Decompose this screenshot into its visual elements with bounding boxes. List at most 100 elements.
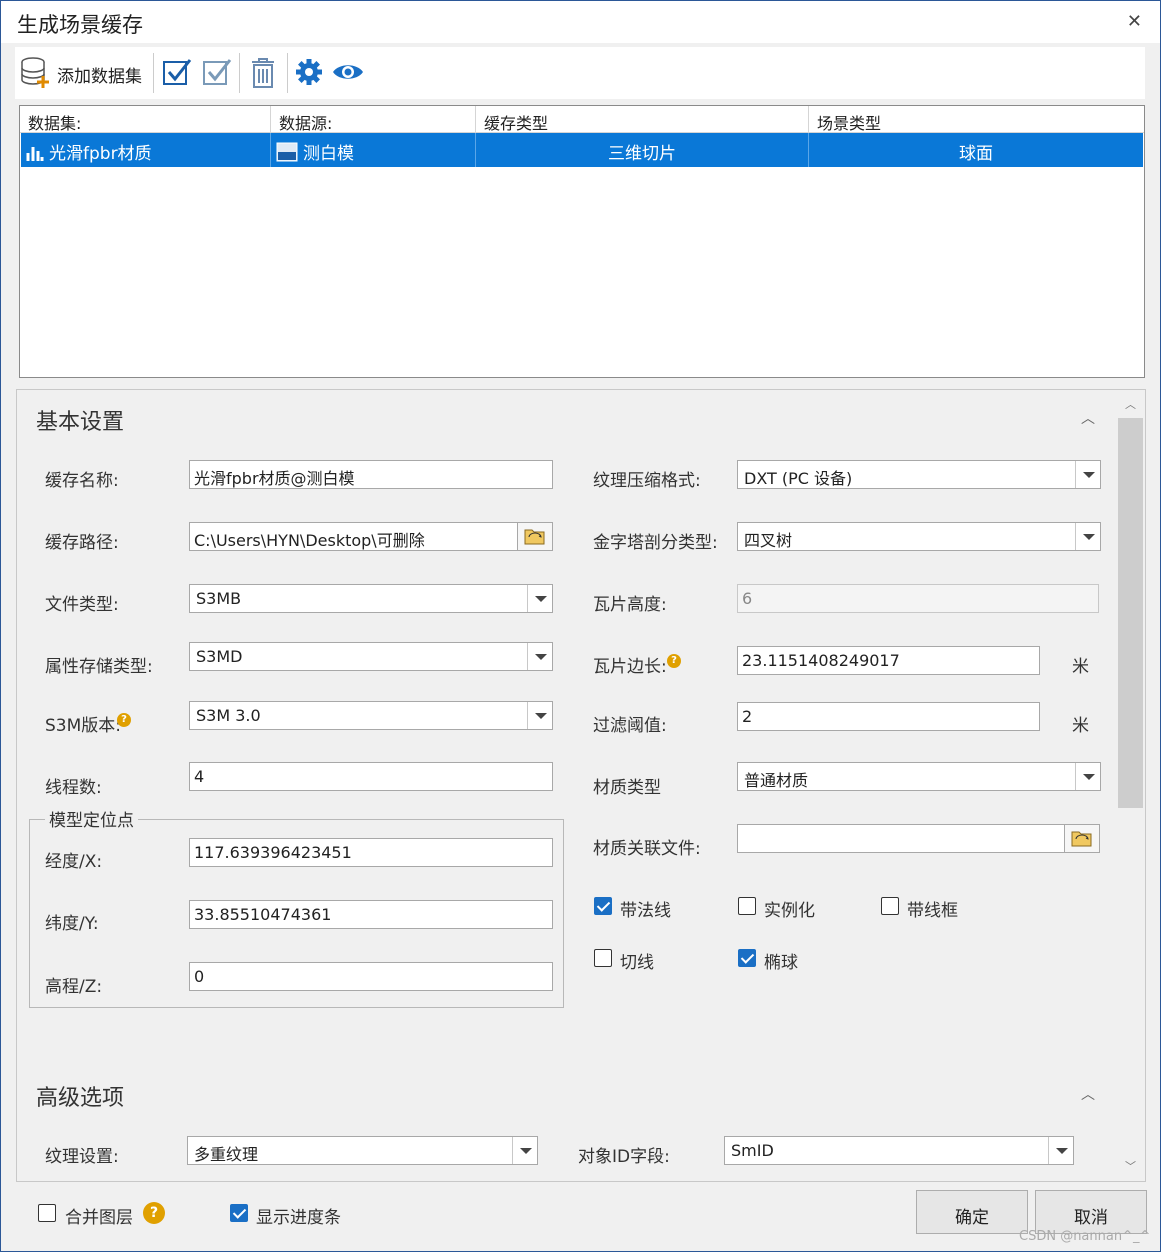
scroll-down-icon[interactable]: ﹀ [1125,1158,1136,1174]
dropdown-arrow-icon[interactable] [527,643,552,670]
scrollbar-thumb[interactable] [1118,418,1143,808]
normal-checkbox[interactable] [594,897,612,915]
delete-icon[interactable] [248,57,278,93]
file-type-label: 文件类型: [45,595,119,615]
scroll-up-icon[interactable]: ︿ [1125,396,1136,412]
longitude-input[interactable]: 117.639396423451 [189,838,553,867]
add-dataset-button[interactable]: 添加数据集 [57,62,142,87]
instance-checkbox[interactable] [738,897,756,915]
help-icon[interactable]: ? [117,713,131,727]
normal-checkbox-label: 带法线 [620,901,671,921]
object-id-select[interactable]: SmID [724,1136,1074,1165]
cell-cache-type[interactable]: 三维切片 [476,133,809,167]
attr-storage-value: S3MD [196,647,243,666]
tile-side-input[interactable]: 23.1151408249017 [737,646,1040,675]
attr-storage-select[interactable]: S3MD [189,642,553,671]
cell-datasource: 测白模 [271,133,476,167]
filter-threshold-input[interactable]: 2 [737,702,1040,731]
browse-folder-button[interactable] [517,522,553,551]
object-id-value: SmID [731,1141,774,1160]
elevation-label: 高程/Z: [45,977,103,997]
dataset-grid: 数据集: 数据源: 缓存类型 场景类型 光滑fpbr材质 测白模 三维切片 球面 [19,105,1145,378]
dropdown-arrow-icon[interactable] [527,585,552,612]
invert-select-icon[interactable] [201,56,233,92]
material-type-value: 普通材质 [744,771,809,790]
select-all-icon[interactable] [161,56,193,92]
settings-gear-icon[interactable] [294,57,324,91]
dataset-name: 光滑fpbr材质 [49,144,152,164]
dropdown-arrow-icon[interactable] [1075,763,1100,790]
help-icon[interactable]: ? [667,654,681,668]
cell-scene-type[interactable]: 球面 [809,133,1143,167]
threads-label: 线程数: [45,778,102,798]
section-title-basic: 基本设置 [36,410,125,435]
tile-side-unit: 米 [1072,657,1089,677]
instance-checkbox-label: 实例化 [764,901,815,921]
tangent-checkbox[interactable] [594,949,612,967]
s3m-version-select[interactable]: S3M 3.0 [189,701,553,730]
column-header-dataset[interactable]: 数据集: [20,106,271,133]
longitude-label: 经度/X: [45,852,103,872]
filter-threshold-unit: 米 [1072,716,1089,736]
dropdown-arrow-icon[interactable] [1075,523,1100,550]
dropdown-arrow-icon[interactable] [512,1137,537,1164]
material-type-label: 材质类型 [593,778,661,798]
latitude-input[interactable]: 33.85510474361 [189,900,553,929]
settings-panel: 基本设置 ︿ 缓存名称: 光滑fpbr材质@测白模 缓存路径: C:\Users… [16,389,1146,1182]
cache-name-input[interactable]: 光滑fpbr材质@测白模 [189,460,553,489]
texture-setting-value: 多重纹理 [194,1145,259,1164]
add-dataset-icon[interactable] [19,56,51,90]
chevron-up-icon[interactable]: ︿ [1081,408,1095,428]
ellipsoid-checkbox[interactable] [738,949,756,967]
material-file-input[interactable] [737,824,1065,853]
texture-format-select[interactable]: DXT (PC 设备) [737,460,1101,489]
texture-setting-label: 纹理设置: [45,1147,119,1167]
browse-material-button[interactable] [1064,824,1100,853]
material-type-select[interactable]: 普通材质 [737,762,1101,791]
dialog-window: 生成场景缓存 ✕ 添加数据集 数据集: 数据源: 缓存类型 场景类型 光滑fpb… [0,0,1161,1252]
toolbar: 添加数据集 [15,47,1145,99]
cancel-button[interactable]: 取消 [1035,1190,1147,1234]
vertical-scrollbar[interactable]: ︿ ﹀ [1116,390,1145,1181]
dropdown-arrow-icon[interactable] [1075,461,1100,488]
merge-layers-label: 合并图层 [65,1208,133,1228]
toolbar-separator [153,53,154,93]
title-bar: 生成场景缓存 ✕ [1,1,1160,43]
attr-storage-label: 属性存储类型: [45,657,153,677]
cell-dataset: 光滑fpbr材质 [21,133,271,167]
folder-icon [524,529,545,545]
chevron-up-icon[interactable]: ︿ [1081,1084,1095,1104]
section-title-advanced: 高级选项 [36,1086,125,1111]
column-header-cache-type[interactable]: 缓存类型 [476,106,809,133]
pyramid-type-value: 四叉树 [744,531,793,550]
wireframe-checkbox[interactable] [881,897,899,915]
cache-name-label: 缓存名称: [45,471,119,491]
anchor-group-title: 模型定位点 [45,806,138,831]
help-icon[interactable]: ? [143,1202,165,1224]
watermark-text: CSDN @nannan^_^ [1019,1229,1151,1244]
object-id-label: 对象ID字段: [578,1147,670,1167]
cache-path-input[interactable]: C:\Users\HYN\Desktop\可删除 [189,522,518,551]
pyramid-type-select[interactable]: 四叉树 [737,522,1101,551]
texture-setting-select[interactable]: 多重纹理 [187,1136,538,1165]
filter-threshold-label: 过滤阈值: [593,716,667,736]
dropdown-arrow-icon[interactable] [1048,1137,1073,1164]
wireframe-checkbox-label: 带线框 [907,901,958,921]
datasource-name: 测白模 [303,144,354,164]
ok-button[interactable]: 确定 [916,1190,1028,1234]
dropdown-arrow-icon[interactable] [527,702,552,729]
merge-layers-checkbox[interactable] [38,1204,56,1222]
threads-input[interactable]: 4 [189,762,553,791]
table-row[interactable]: 光滑fpbr材质 测白模 三维切片 球面 [21,133,1143,167]
show-progress-checkbox[interactable] [230,1204,248,1222]
file-type-select[interactable]: S3MB [189,584,553,613]
tile-height-label: 瓦片高度: [593,595,667,615]
elevation-input[interactable]: 0 [189,962,553,991]
close-icon[interactable]: ✕ [1127,11,1142,32]
column-header-datasource[interactable]: 数据源: [271,106,476,133]
texture-format-value: DXT (PC 设备) [744,469,853,488]
column-header-scene-type[interactable]: 场景类型 [809,106,1144,133]
window-title: 生成场景缓存 [17,13,143,37]
tangent-checkbox-label: 切线 [620,953,654,973]
preview-eye-icon[interactable] [331,59,365,89]
